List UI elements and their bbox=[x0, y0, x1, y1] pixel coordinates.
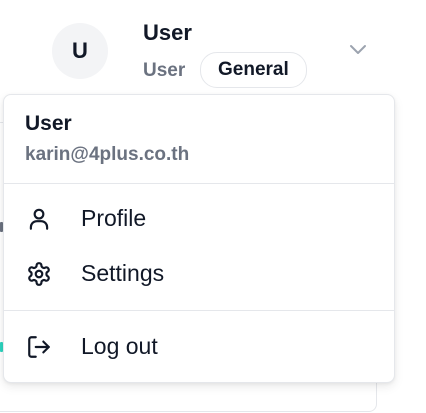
avatar: U bbox=[52, 23, 108, 79]
menu-item-label: Profile bbox=[81, 205, 147, 231]
header-user-name: User bbox=[143, 20, 192, 45]
app-screen: U User User General User karin@4plus.co.… bbox=[0, 0, 426, 413]
group-badge: General bbox=[200, 52, 307, 88]
menu-divider bbox=[4, 310, 394, 311]
group-badge-label: General bbox=[218, 59, 289, 80]
menu-item-settings[interactable]: Settings bbox=[4, 248, 394, 300]
menu-item-label: Log out bbox=[81, 333, 158, 359]
avatar-initial: U bbox=[72, 38, 88, 63]
header-user-role: User bbox=[143, 60, 186, 81]
menu-user-info: User karin@4plus.co.th bbox=[4, 95, 394, 183]
user-icon bbox=[29, 208, 49, 230]
user-menu-trigger[interactable]: U User User General bbox=[0, 0, 426, 92]
chevron-down-icon[interactable] bbox=[348, 42, 368, 56]
menu-user-email: karin@4plus.co.th bbox=[25, 144, 190, 165]
log-out-icon bbox=[28, 336, 50, 358]
menu-item-logout[interactable]: Log out bbox=[4, 321, 394, 373]
menu-item-label: Settings bbox=[81, 260, 165, 286]
menu-user-name: User bbox=[25, 112, 72, 135]
menu-divider bbox=[4, 183, 394, 184]
menu-item-profile[interactable]: Profile bbox=[4, 193, 394, 245]
gear-icon bbox=[28, 262, 50, 286]
user-dropdown-menu: User karin@4plus.co.th Profile Settings bbox=[3, 94, 395, 383]
